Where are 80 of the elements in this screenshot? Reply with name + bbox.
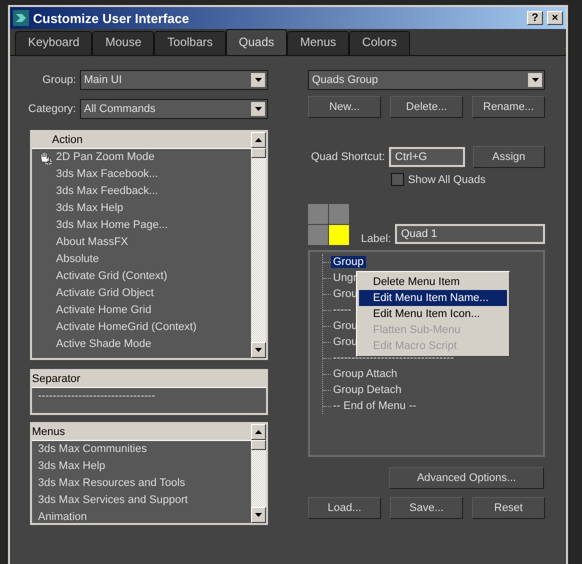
list-item[interactable]: About MassFX bbox=[32, 234, 251, 251]
list-item[interactable]: 3ds Max Feedback... bbox=[32, 183, 251, 200]
button[interactable]: Save... bbox=[390, 497, 463, 519]
tab[interactable]: Mouse bbox=[92, 31, 154, 55]
scroll-up-button[interactable] bbox=[251, 132, 266, 148]
list-item[interactable]: 3ds Max Communities bbox=[32, 441, 251, 458]
tab[interactable]: Toolbars bbox=[154, 31, 226, 55]
shortcut-field[interactable]: Ctrl+G bbox=[389, 147, 465, 167]
column-header[interactable]: Separator bbox=[32, 371, 266, 388]
list-item[interactable]: 3ds Max Resources and Tools bbox=[32, 475, 251, 492]
caret-down-icon bbox=[255, 513, 262, 517]
list-item[interactable]: Activate Grid Object bbox=[32, 285, 251, 302]
category-dropdown[interactable]: All Commands bbox=[80, 99, 268, 119]
button[interactable]: Reset bbox=[472, 497, 545, 519]
tab[interactable]: Menus bbox=[287, 31, 350, 55]
caret-up-icon bbox=[255, 430, 262, 434]
menu-item[interactable]: Delete Menu Item bbox=[359, 274, 507, 290]
dropdown-arrow-button[interactable] bbox=[528, 73, 542, 87]
list-item[interactable]: Active Shade Mode bbox=[32, 336, 251, 353]
scrollbar[interactable] bbox=[251, 132, 266, 358]
button[interactable]: Rename... bbox=[472, 96, 545, 118]
column-header[interactable]: Menus bbox=[32, 424, 251, 441]
caret-down-icon bbox=[532, 78, 538, 82]
dropdown-arrow-button[interactable] bbox=[251, 73, 265, 87]
button[interactable]: New... bbox=[308, 96, 381, 118]
list-item[interactable]: 3ds Max Help bbox=[32, 200, 251, 217]
caret-down-icon bbox=[254, 107, 262, 111]
field-label: Category: bbox=[27, 103, 76, 115]
tab[interactable]: Quads bbox=[226, 29, 288, 55]
list-item[interactable]: -------------------------------- bbox=[32, 388, 266, 405]
list-item[interactable]: Activate HomeGrid (Context) bbox=[32, 319, 251, 336]
close-button[interactable]: × bbox=[547, 11, 563, 25]
group-dropdown[interactable]: Main UI bbox=[80, 70, 268, 90]
field-label: Label: bbox=[361, 233, 391, 245]
tree-item[interactable]: Group Detach bbox=[331, 384, 404, 396]
tree-item[interactable]: -- End of Menu -- bbox=[331, 400, 418, 412]
dropdown-arrow-button[interactable] bbox=[251, 102, 265, 116]
scroll-down-button[interactable] bbox=[251, 507, 266, 523]
tab[interactable]: Keyboard bbox=[15, 31, 92, 55]
scroll-thumb[interactable] bbox=[251, 148, 266, 158]
column-header[interactable]: Action bbox=[32, 132, 251, 149]
caret-up-icon bbox=[255, 138, 262, 142]
scroll-up-button[interactable] bbox=[251, 424, 266, 440]
scroll-thumb[interactable] bbox=[251, 440, 266, 450]
checkbox-label: Show All Quads bbox=[408, 174, 486, 186]
list-item[interactable]: 3ds Max Help bbox=[32, 458, 251, 475]
button[interactable]: Load... bbox=[308, 497, 381, 519]
list-item[interactable]: 3ds Max Home Page... bbox=[32, 217, 251, 234]
label-field[interactable]: Quad 1 bbox=[394, 224, 545, 244]
advanced-options-button[interactable]: Advanced Options... bbox=[389, 467, 544, 489]
tree-item[interactable]: Group bbox=[331, 256, 366, 268]
field-label: Group: bbox=[41, 74, 76, 86]
scroll-down-button[interactable] bbox=[251, 342, 266, 358]
list-item[interactable]: Activate Home Grid bbox=[32, 302, 251, 319]
field-label: Quad Shortcut: bbox=[311, 151, 385, 163]
dropdown-value: Main UI bbox=[84, 74, 123, 86]
list-item[interactable]: 3ds Max Services and Support bbox=[32, 492, 251, 509]
tab[interactable]: Colors bbox=[349, 31, 410, 55]
caret-down-icon bbox=[254, 78, 262, 82]
button[interactable]: Delete... bbox=[390, 96, 463, 118]
tree-item[interactable]: Group Attach bbox=[331, 368, 400, 380]
list-item[interactable]: 2D Pan Zoom Mode bbox=[32, 149, 251, 166]
assign-button[interactable]: Assign bbox=[472, 146, 545, 168]
checkbox[interactable] bbox=[391, 173, 404, 186]
scrollbar[interactable] bbox=[251, 424, 266, 523]
list-item[interactable]: Activate Grid (Context) bbox=[32, 268, 251, 285]
dropdown-value: Quads Group bbox=[312, 74, 380, 86]
app-logo-icon bbox=[13, 10, 29, 26]
menu-item[interactable]: Edit Menu Item Name... bbox=[359, 290, 507, 306]
help-button[interactable]: ? bbox=[527, 11, 543, 25]
quads-group-dropdown[interactable]: Quads Group bbox=[308, 70, 545, 90]
window-title: Customize User Interface bbox=[33, 10, 190, 26]
list-item[interactable]: Animation bbox=[32, 509, 251, 523]
caret-down-icon bbox=[255, 348, 262, 352]
tree-item[interactable]: ----- bbox=[331, 304, 354, 316]
menu-item[interactable]: Edit Menu Item Icon... bbox=[359, 306, 507, 322]
tree-item[interactable]: Ungr bbox=[331, 272, 359, 284]
list-item[interactable]: 3ds Max Facebook... bbox=[32, 166, 251, 183]
list-item[interactable]: Absolute bbox=[32, 251, 251, 268]
dropdown-value: All Commands bbox=[84, 103, 157, 115]
